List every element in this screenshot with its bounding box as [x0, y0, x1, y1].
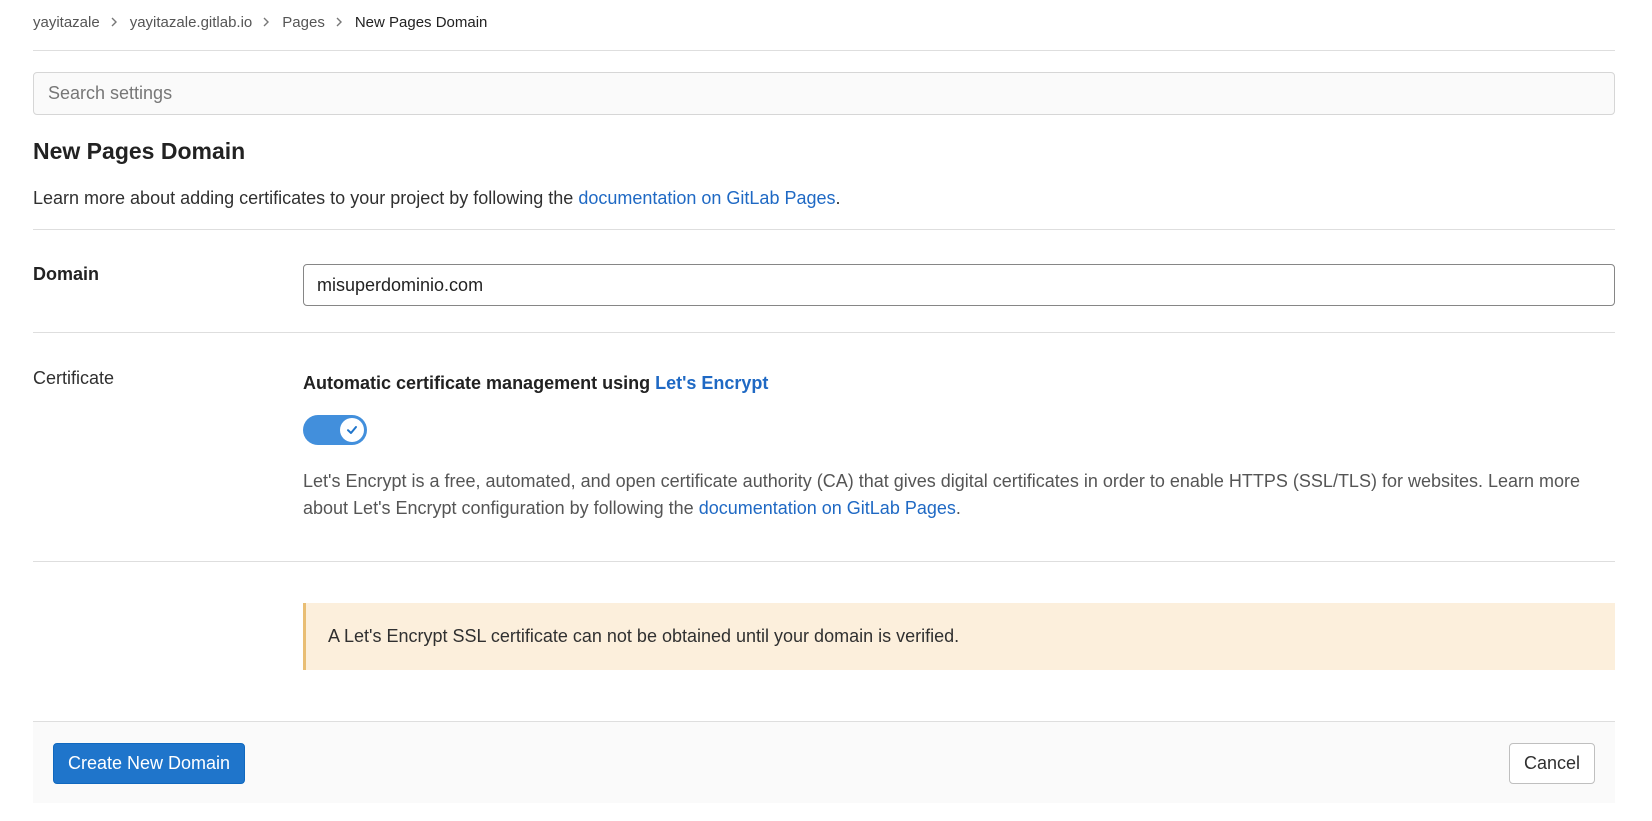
- intro-text-body: Learn more about adding certificates to …: [33, 188, 579, 208]
- page-title: New Pages Domain: [33, 138, 246, 164]
- certificate-description-end: .: [955, 498, 961, 518]
- auto-ssl-toggle[interactable]: [303, 415, 367, 445]
- lets-encrypt-documentation-link[interactable]: documentation on GitLab Pages: [699, 498, 956, 518]
- chevron-right-icon: [110, 17, 118, 27]
- search-box: [33, 72, 1615, 115]
- lets-encrypt-link[interactable]: Let's Encrypt: [655, 373, 768, 393]
- intro-text-end: .: [835, 188, 841, 208]
- intro-text: Learn more about adding certificates to …: [33, 188, 841, 209]
- check-icon: [347, 426, 357, 434]
- breadcrumb-item-current[interactable]: New Pages Domain: [355, 14, 488, 31]
- search-input[interactable]: [48, 83, 1600, 104]
- certificate-label: Certificate: [33, 368, 115, 388]
- page: yayitazale yayitazale.gitlab.io Pages Ne…: [0, 0, 1652, 821]
- warning-alert: A Let's Encrypt SSL certificate can not …: [303, 603, 1615, 670]
- divider: [33, 50, 1615, 51]
- certificate-heading: Automatic certificate management using L…: [303, 373, 768, 394]
- divider: [33, 561, 1615, 562]
- breadcrumb: yayitazale yayitazale.gitlab.io Pages Ne…: [33, 10, 487, 34]
- form-actions: Create New Domain Cancel: [33, 721, 1615, 803]
- divider: [33, 332, 1615, 333]
- documentation-link[interactable]: documentation on GitLab Pages: [578, 188, 835, 208]
- domain-field-wrapper: [303, 264, 1615, 306]
- domain-label: Domain: [33, 264, 100, 284]
- toggle-knob: [340, 418, 364, 442]
- create-new-domain-button[interactable]: Create New Domain: [53, 743, 246, 784]
- alert-text: A Let's Encrypt SSL certificate can not …: [328, 626, 960, 646]
- certificate-heading-text: Automatic certificate management using: [303, 373, 656, 393]
- breadcrumb-item-project[interactable]: yayitazale.gitlab.io: [130, 14, 253, 31]
- breadcrumb-item-user[interactable]: yayitazale: [33, 14, 100, 31]
- chevron-right-icon: [335, 17, 343, 27]
- cancel-button[interactable]: Cancel: [1508, 743, 1595, 784]
- divider: [33, 229, 1615, 230]
- breadcrumb-item-pages[interactable]: Pages: [282, 14, 325, 31]
- chevron-right-icon: [262, 17, 270, 27]
- domain-field[interactable]: [317, 274, 1601, 296]
- certificate-description: Let's Encrypt is a free, automated, and …: [303, 468, 1615, 522]
